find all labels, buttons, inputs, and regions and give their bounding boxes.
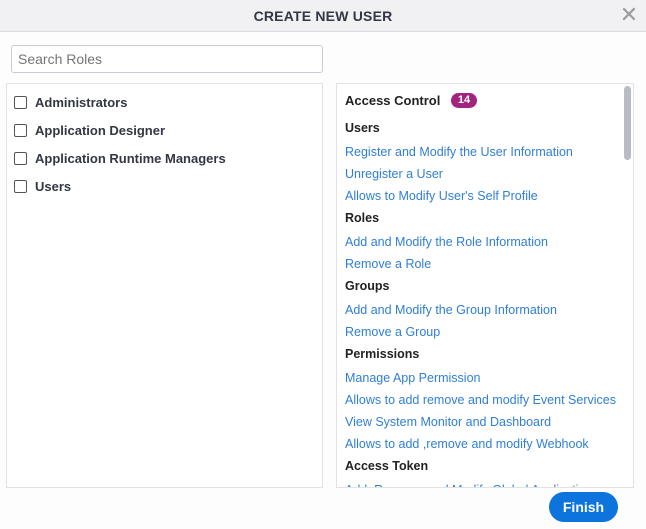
finish-button[interactable]: Finish (549, 492, 618, 522)
role-label: Application Designer (35, 122, 166, 138)
permissions-panel: Access Control 14 Users Register and Mod… (336, 83, 634, 488)
role-item-users[interactable]: Users (14, 176, 71, 196)
permission-link[interactable]: Add and Modify the Role Information (345, 235, 548, 249)
role-label: Application Runtime Managers (35, 150, 226, 166)
role-label: Administrators (35, 94, 128, 110)
permission-link[interactable]: Allows to add remove and modify Event Se… (345, 393, 616, 407)
section-heading: Users (345, 121, 380, 135)
role-item-application-designer[interactable]: Application Designer (14, 120, 165, 140)
permission-link[interactable]: Add, Remove, and Modify Global Applicati… (345, 483, 592, 487)
scrollbar[interactable] (624, 86, 631, 160)
permission-link[interactable]: Unregister a User (345, 167, 443, 181)
search-roles-input[interactable] (11, 45, 323, 73)
permission-link[interactable]: Allows to add ,remove and modify Webhook (345, 437, 589, 451)
role-checkbox[interactable] (14, 123, 27, 137)
permission-link[interactable]: Allows to Modify User's Self Profile (345, 189, 538, 203)
permission-link[interactable]: Remove a Group (345, 325, 440, 339)
permission-link[interactable]: View System Monitor and Dashboard (345, 415, 551, 429)
permission-link[interactable]: Remove a Role (345, 257, 431, 271)
permission-link[interactable]: Add and Modify the Group Information (345, 303, 557, 317)
role-item-application-runtime-managers[interactable]: Application Runtime Managers (14, 148, 226, 168)
dialog-header: CREATE NEW USER ✕ (0, 0, 646, 32)
permission-link[interactable]: Register and Modify the User Information (345, 145, 573, 159)
role-label: Users (35, 178, 72, 194)
permission-count-badge: 14 (451, 93, 477, 108)
permission-link[interactable]: Manage App Permission (345, 371, 481, 385)
section-heading: Access Token (345, 459, 429, 473)
section-heading: Roles (345, 211, 380, 225)
role-item-administrators[interactable]: Administrators (14, 92, 127, 112)
section-heading: Permissions (345, 347, 420, 361)
roles-list: Administrators Application Designer Appl… (6, 83, 323, 488)
role-checkbox[interactable] (14, 179, 27, 193)
close-icon[interactable]: ✕ (618, 4, 640, 26)
role-checkbox[interactable] (14, 95, 27, 109)
role-checkbox[interactable] (14, 151, 27, 165)
section-heading: Groups (345, 279, 390, 293)
dialog-title: CREATE NEW USER (253, 8, 393, 24)
permissions-title: Access Control (345, 93, 441, 108)
